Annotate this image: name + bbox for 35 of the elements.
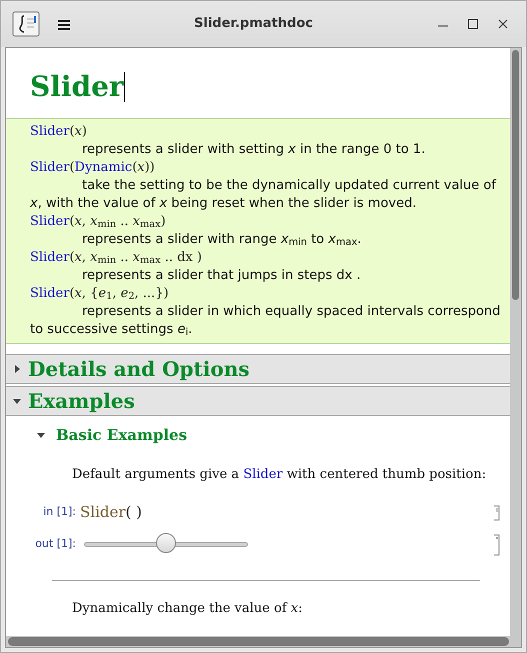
text-cursor <box>124 72 125 102</box>
slider-thumb[interactable] <box>156 533 176 553</box>
math-text: ( <box>69 160 75 175</box>
math-text: (x, x$_{min}$ .. x$_{max}$ .. dx ) <box>69 250 202 265</box>
usage-description: represents a slider in which equally spaced intervals correspond to successive settings e$_{i}$. <box>30 303 502 339</box>
vertical-scrollbar[interactable] <box>510 48 521 636</box>
horizontal-scrollbar[interactable] <box>6 636 521 647</box>
example-text: Dynamically change the value of x: <box>71 600 304 618</box>
app-icon[interactable] <box>11 12 41 36</box>
window-title: Slider.pmathdoc <box>193 15 314 34</box>
section-header[interactable]: Examples <box>6 386 510 416</box>
cell-bracket-icon[interactable] <box>492 532 502 556</box>
slider[interactable] <box>84 533 248 555</box>
function-link[interactable]: Dynamic <box>74 160 132 175</box>
function-link[interactable]: Slider <box>30 250 70 265</box>
input-label: in [1]: <box>42 504 77 520</box>
function-link[interactable]: Slider <box>30 286 70 301</box>
usage-description: represents a slider with setting x in the range 0 to 1. <box>81 141 426 159</box>
output-label: out [1]: <box>34 536 77 552</box>
usage-description: represents a slider with range x$_{min}$ to x$_{max}$. <box>81 231 362 249</box>
math-text: (x) <box>69 124 87 139</box>
usage-description: represents a slider that jumps in steps dx . <box>81 267 362 285</box>
function-link[interactable]: Slider <box>30 160 70 175</box>
math-text: (x)) <box>132 160 155 175</box>
subsection-title[interactable]: Basic Examples <box>56 424 188 446</box>
input-code: Slider( ) <box>80 502 142 523</box>
math-text: (x, {e$_{1}$, e$_{2}$, ...}) <box>69 286 169 301</box>
document-title: Slider <box>30 69 124 105</box>
function-link[interactable]: Slider <box>30 124 70 139</box>
function-link[interactable]: Slider <box>30 214 70 229</box>
section-header[interactable]: Details and Options <box>6 354 510 384</box>
function-link[interactable]: Slider <box>243 466 283 482</box>
example-text: Default arguments give a Slider with centered thumb position: <box>71 466 488 484</box>
usage-description: take the setting to be the dynamically updated current value of x, with the value of x being reset when the slider is moved. <box>30 177 498 213</box>
math-text: (x, x$_{min}$ .. x$_{max}$) <box>69 214 166 229</box>
